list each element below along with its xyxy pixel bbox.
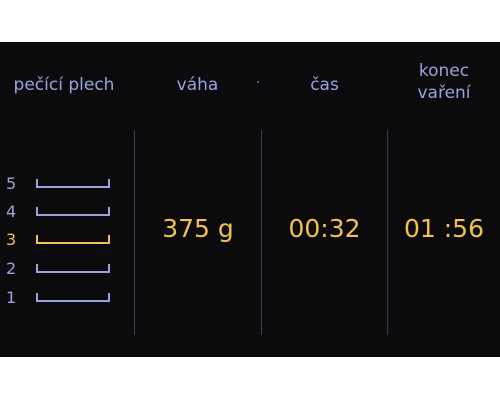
tray-icon	[36, 293, 110, 302]
tray-icon	[36, 207, 110, 216]
tray-column-header: pečící plech	[13, 75, 115, 95]
time-column-header: čas	[310, 75, 339, 95]
end-of-cooking-header-line2: vaření	[417, 83, 471, 103]
tray-level-number: 5	[6, 174, 17, 193]
cooking-time-value[interactable]: 00:32	[262, 214, 387, 244]
tray-level-3[interactable]: 3	[6, 230, 116, 250]
weight-value[interactable]: 375 g	[135, 214, 261, 244]
weight-column-header: váha	[176, 75, 219, 95]
tray-level-4[interactable]: 4	[6, 202, 116, 222]
indicator-dot	[257, 81, 259, 83]
tray-level-number: 1	[6, 288, 17, 307]
tray-level-number: 4	[6, 202, 17, 221]
end-of-cooking-header: konec vaření	[388, 60, 500, 104]
end-of-cooking-value[interactable]: 01 :56	[388, 214, 500, 244]
tray-icon	[36, 179, 110, 188]
tray-level-2[interactable]: 2	[6, 259, 116, 279]
tray-level-number: 2	[6, 259, 17, 278]
oven-display-screen: pečící plech váha čas konec vaření 5 4 3…	[0, 42, 500, 357]
tray-icon	[36, 235, 110, 244]
tray-level-number: 3	[6, 230, 17, 249]
tray-level-1[interactable]: 1	[6, 288, 116, 308]
tray-level-5[interactable]: 5	[6, 174, 116, 194]
tray-icon	[36, 264, 110, 273]
end-of-cooking-header-line1: konec	[418, 61, 470, 81]
